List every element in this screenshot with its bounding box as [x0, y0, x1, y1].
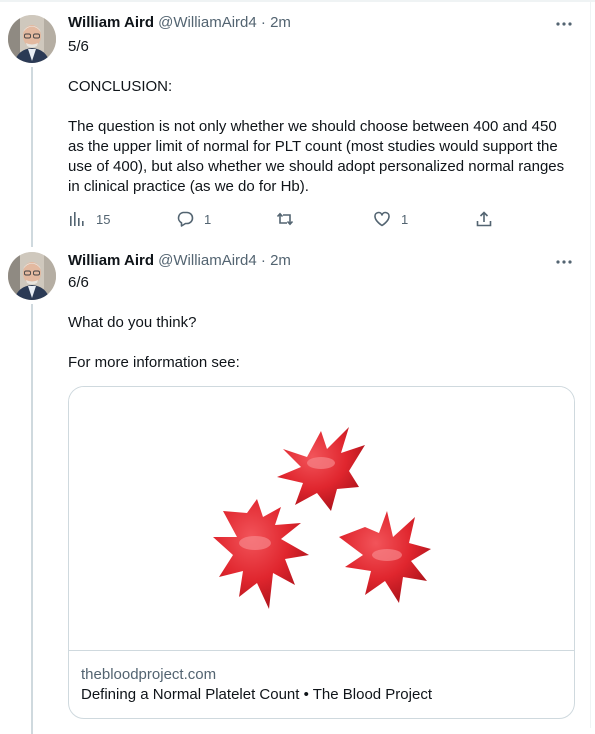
- tweet-header: William Aird @WilliamAird4 · 2m: [68, 13, 291, 33]
- card-title[interactable]: Defining a Normal Platelet Count • The B…: [81, 685, 432, 705]
- tweet-text: 5/6 CONCLUSION: The question is not only…: [68, 38, 565, 195]
- tweet-5-of-6[interactable]: William Aird @WilliamAird4 · 2m 5/6 CONC…: [0, 0, 590, 247]
- right-divider: [590, 0, 591, 728]
- thread-connector-line: [31, 304, 33, 734]
- more-dots-icon[interactable]: [552, 14, 576, 34]
- avatar[interactable]: [8, 252, 56, 300]
- reply-button[interactable]: 1: [176, 209, 211, 229]
- retweet-button[interactable]: [276, 209, 304, 229]
- link-preview-card[interactable]: thebloodproject.com Defining a Normal Pl…: [68, 386, 575, 719]
- retweet-arrows-icon: [276, 212, 294, 226]
- heart-icon: [374, 211, 390, 227]
- analytics-count: 15: [96, 211, 111, 227]
- more-dots-icon[interactable]: [552, 252, 576, 272]
- share-button[interactable]: [475, 209, 493, 229]
- like-count: 1: [401, 211, 409, 227]
- platelet-right: [339, 511, 431, 603]
- platelet-left: [213, 499, 309, 609]
- dot-separator: ·: [260, 14, 266, 31]
- card-domain: thebloodproject.com: [81, 666, 217, 683]
- speech-bubble-icon: [177, 211, 194, 227]
- avatar[interactable]: [8, 15, 56, 63]
- like-button[interactable]: 1: [373, 209, 408, 229]
- tweet-text: 6/6 What do you think? For more informat…: [68, 274, 240, 371]
- timestamp[interactable]: 2m: [270, 14, 291, 31]
- author-name[interactable]: William Aird: [68, 252, 154, 269]
- platelet-top: [277, 427, 365, 511]
- author-handle[interactable]: @WilliamAird4: [158, 14, 257, 31]
- author-handle[interactable]: @WilliamAird4: [158, 252, 257, 269]
- tweet-header: William Aird @WilliamAird4 · 2m: [68, 251, 291, 271]
- tweet-actions: 15 1 1: [68, 209, 568, 229]
- share-upload-icon: [476, 211, 492, 227]
- dot-separator: ·: [260, 252, 266, 269]
- author-name[interactable]: William Aird: [68, 14, 154, 31]
- timestamp[interactable]: 2m: [270, 252, 291, 269]
- bar-chart-icon: [70, 212, 84, 226]
- thread-connector-line: [31, 67, 33, 247]
- analytics-button[interactable]: 15: [68, 209, 110, 229]
- platelet-illustration: [69, 387, 574, 651]
- reply-count: 1: [204, 211, 212, 227]
